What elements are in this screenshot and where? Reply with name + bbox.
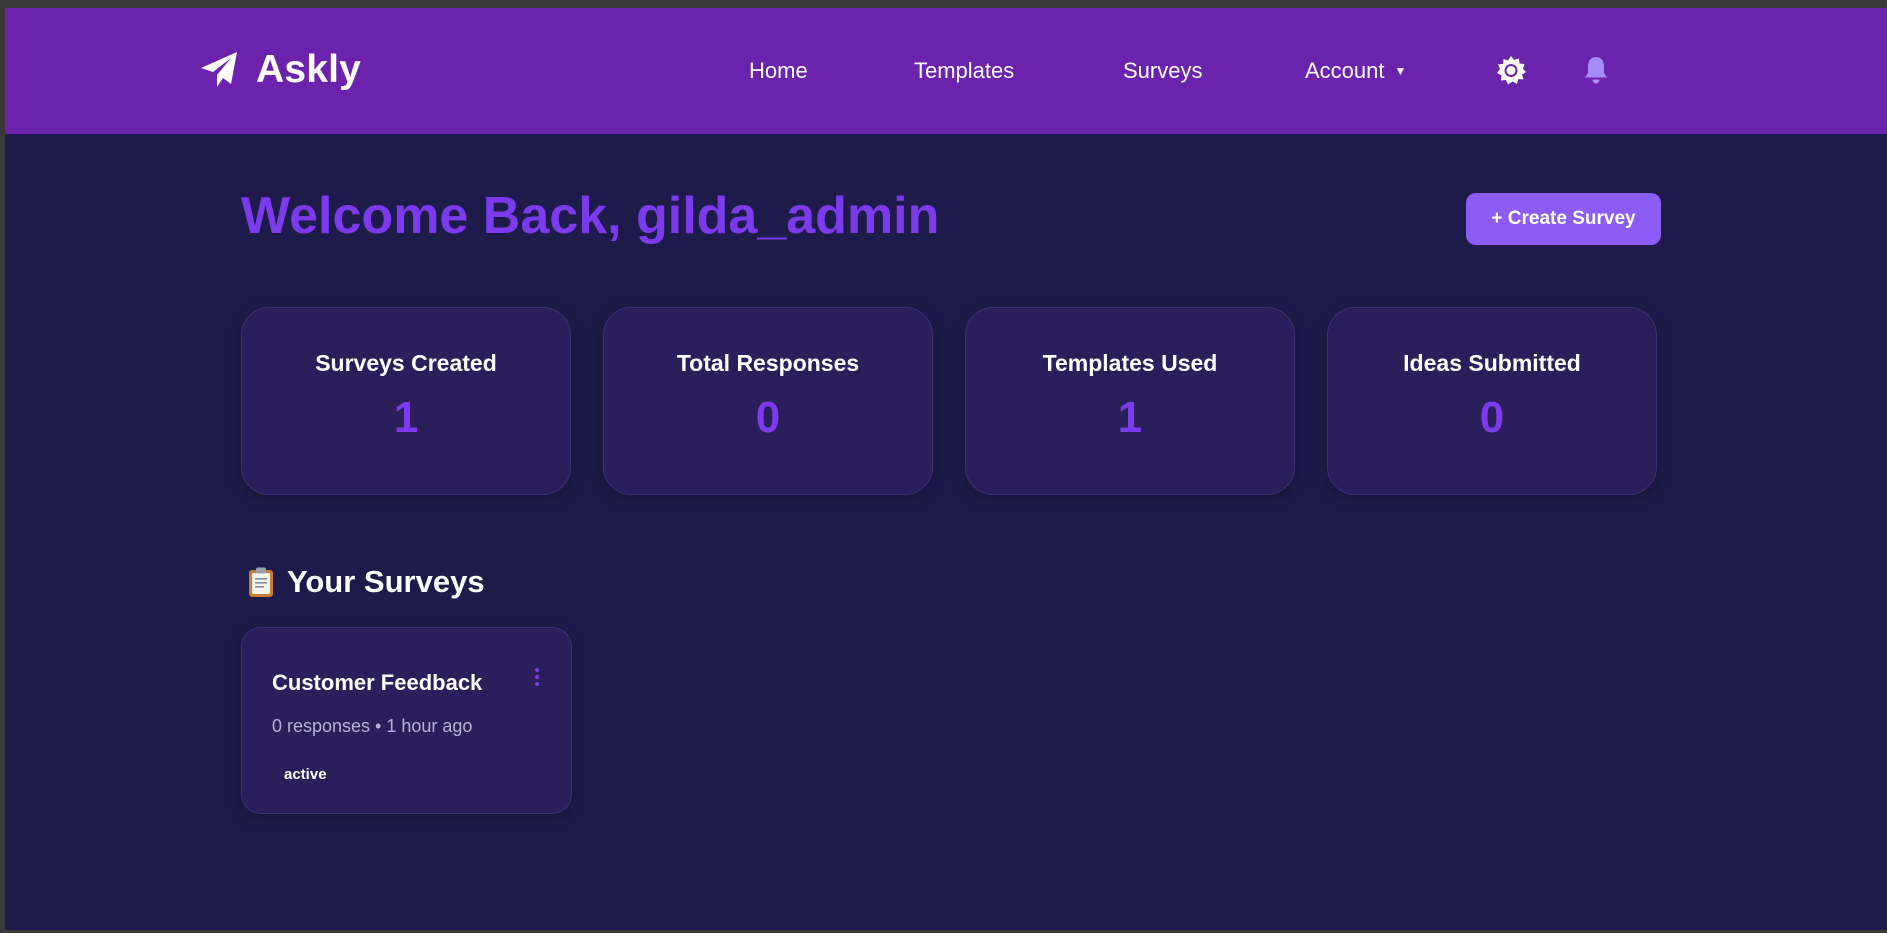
chevron-down-icon: ▼ xyxy=(1394,64,1407,78)
bell-icon[interactable] xyxy=(1580,54,1612,86)
status-badge: active xyxy=(284,766,327,783)
navbar: Askly Home Templates Surveys Account ▼ xyxy=(5,8,1887,134)
kebab-menu-icon[interactable] xyxy=(531,668,543,690)
stat-label: Surveys Created xyxy=(315,350,497,376)
stat-card-total-responses: Total Responses 0 xyxy=(603,307,933,495)
nav-home[interactable]: Home xyxy=(749,58,808,84)
nav-account-label: Account xyxy=(1305,58,1385,83)
stat-value: 0 xyxy=(1479,393,1505,442)
brand-logo[interactable]: Askly xyxy=(198,48,361,92)
survey-meta: 0 responses • 1 hour ago xyxy=(272,716,473,736)
gear-icon[interactable] xyxy=(1495,54,1527,86)
create-survey-button[interactable]: + Create Survey xyxy=(1466,193,1661,245)
survey-card[interactable]: Customer Feedback 0 responses • 1 hour a… xyxy=(241,627,572,814)
stat-label: Ideas Submitted xyxy=(1403,350,1581,376)
stat-value: 1 xyxy=(1117,393,1143,442)
stat-value: 0 xyxy=(755,393,781,442)
nav-account-dropdown[interactable]: Account ▼ xyxy=(1305,58,1406,84)
paper-plane-icon xyxy=(198,49,240,91)
app-window: Askly Home Templates Surveys Account ▼ W… xyxy=(5,8,1887,930)
nav-templates[interactable]: Templates xyxy=(914,58,1014,84)
stat-label: Total Responses xyxy=(676,350,860,376)
clipboard-icon xyxy=(247,566,275,598)
stat-card-surveys-created: Surveys Created 1 xyxy=(241,307,571,495)
brand-name: Askly xyxy=(256,48,362,91)
nav-surveys[interactable]: Surveys xyxy=(1123,58,1202,84)
stat-value: 1 xyxy=(393,393,419,442)
survey-title: Customer Feedback xyxy=(272,670,483,695)
your-surveys-heading: Your Surveys xyxy=(247,564,485,600)
stat-card-ideas-submitted: Ideas Submitted 0 xyxy=(1327,307,1657,495)
welcome-title: Welcome Back, gilda_admin xyxy=(241,187,940,245)
stat-label: Templates Used xyxy=(1042,350,1218,376)
stat-card-templates-used: Templates Used 1 xyxy=(965,307,1295,495)
section-title: Your Surveys xyxy=(287,564,485,599)
